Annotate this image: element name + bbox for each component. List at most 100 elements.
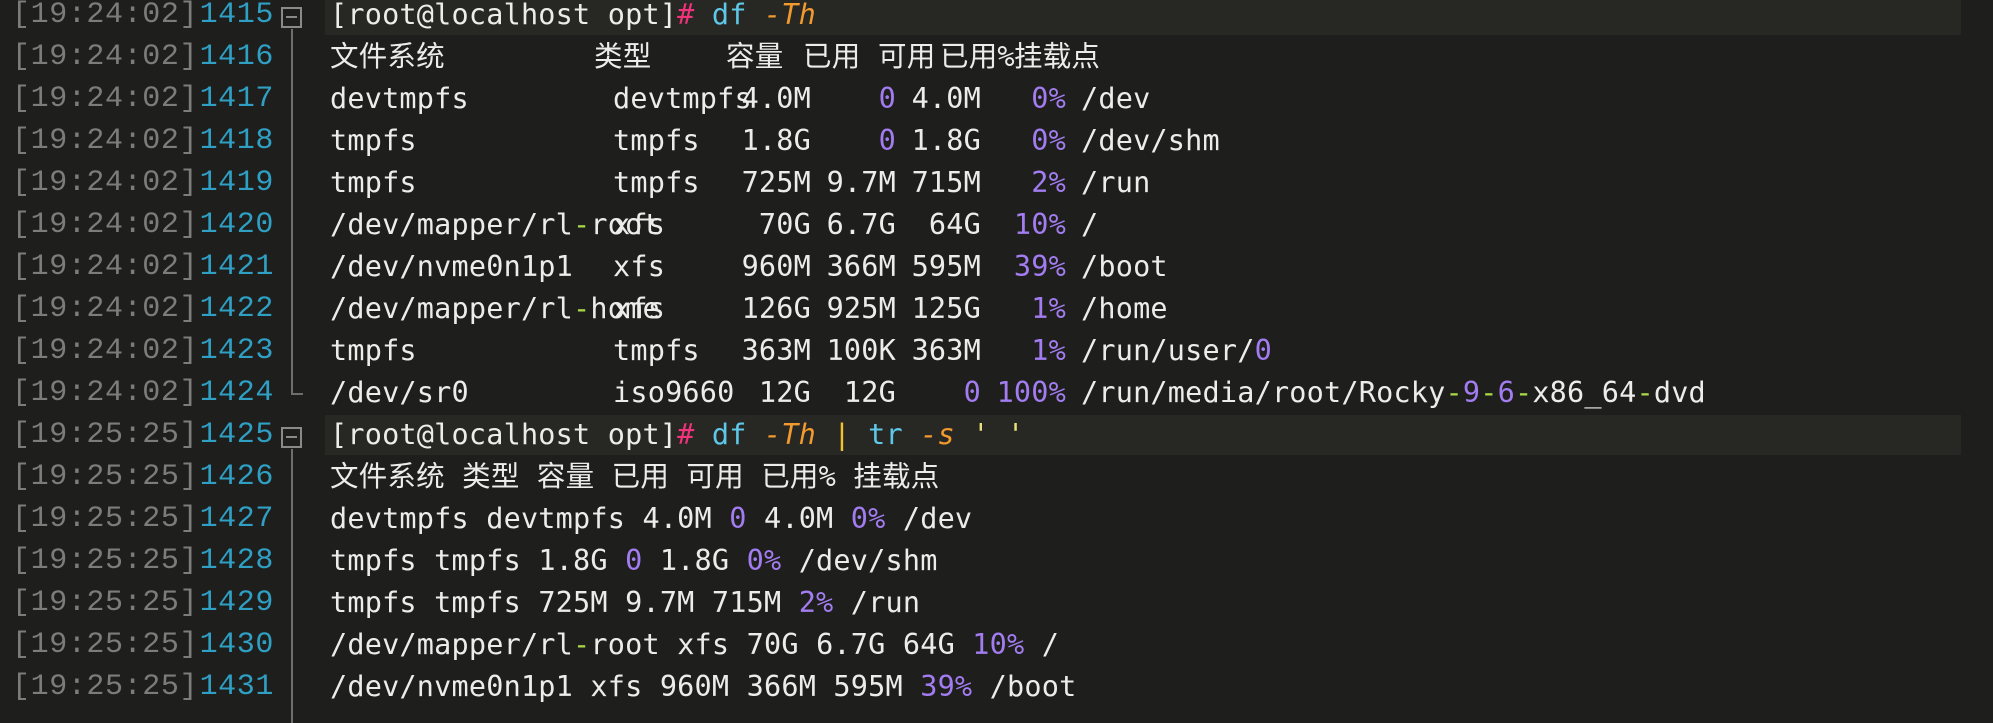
mount-point: /run — [1081, 166, 1150, 199]
output-line: [19:25:25] 1431/dev/nvme0n1p1 xfs 960M 36… — [0, 666, 1993, 708]
path-segment: /home — [1081, 292, 1168, 325]
line-timestamp: [19:24:02] — [12, 0, 198, 36]
timestamp-close-bracket: ] — [179, 544, 199, 578]
line-timestamp: [19:24:02] — [12, 372, 198, 414]
mount-cell: /run/user/0 — [1081, 330, 1272, 372]
line-timestamp: [19:25:25] — [12, 624, 198, 666]
command-flag: -Th — [763, 418, 817, 451]
line-number: 1417 — [199, 82, 274, 116]
used-cell: 6.7G — [816, 628, 886, 661]
size-cell: 4.0M — [642, 502, 712, 535]
fstype-cell: tmpfs — [434, 586, 521, 619]
timestamp-open-bracket: [ — [12, 544, 31, 578]
timestamp-close-bracket: ] — [179, 82, 199, 116]
table-header-cell: 容量 — [726, 40, 784, 73]
fold-collapse-icon[interactable] — [281, 427, 302, 448]
filesystem-name: devtmpfs — [330, 502, 469, 535]
timestamp-close-bracket: ] — [179, 418, 199, 452]
timestamp-open-bracket: [ — [12, 376, 31, 410]
avail-cell: 64G — [902, 628, 955, 661]
mount-cell: / — [1081, 204, 1098, 246]
path-segment: /dev/mapper/rl — [330, 628, 574, 661]
output-line: [19:25:25] 1429 tmpfs tmpfs 725M 9.7M 715M… — [0, 582, 1993, 624]
line-number: 1415 — [199, 0, 274, 32]
timestamp-value: 19:24:02 — [30, 208, 180, 242]
line-content: /dev/nvme0n1p1 xfs 960M 366M 595M 39%/boot — [330, 246, 1950, 288]
output-line: [19:25:25] 1428 tmpfs tmpfs 1.8G 0 1.8G 0%… — [0, 540, 1993, 582]
timestamp-value: 19:25:25 — [30, 460, 180, 494]
timestamp-value: 19:24:02 — [30, 292, 180, 326]
fold-collapse-icon[interactable] — [281, 7, 302, 28]
timestamp-open-bracket: [ — [12, 166, 31, 200]
line-content: tmpfs tmpfs 1.8G 0 1.8G 0%/dev/shm — [330, 120, 1950, 162]
path-dash: - — [573, 628, 591, 661]
timestamp-close-bracket: ] — [179, 208, 199, 242]
timestamp-close-bracket: ] — [179, 628, 199, 662]
mount-cell: /home — [1081, 288, 1168, 330]
line-timestamp: [19:25:25] — [12, 582, 198, 624]
line-content: tmpfs tmpfs 1.8G 0 1.8G 0% /dev/shm — [330, 540, 938, 582]
use-percent-cell: 10% — [972, 628, 1025, 661]
line-timestamp: [19:24:02] — [12, 120, 198, 162]
path-segment: devtmpfs — [330, 502, 469, 535]
path-segment: dvd — [1653, 376, 1706, 409]
line-content: devtmpfs devtmpfs 4.0M 0 4.0M 0%/dev — [330, 78, 1950, 120]
fold-guide-line — [291, 29, 293, 394]
table-header-cell: 类型 — [594, 40, 652, 73]
path-dash: - — [1636, 376, 1654, 409]
line-number: 1426 — [199, 460, 274, 494]
filesystem-name: /dev/nvme0n1p1 — [330, 670, 573, 703]
path-segment: /run — [850, 586, 921, 619]
table-header-cell: 已用 — [803, 40, 861, 73]
line-timestamp: [19:24:02] — [12, 246, 198, 288]
timestamp-value: 19:24:02 — [30, 376, 180, 410]
mount-point: / — [1042, 628, 1059, 661]
output-line: [19:25:25] 1430/dev/mapper/rl-root xfs 70… — [0, 624, 1993, 666]
path-segment: /run — [1081, 166, 1151, 199]
table-header-cell: 挂载点 — [1014, 40, 1101, 73]
timestamp-value: 19:24:02 — [30, 0, 180, 32]
mount-point: / — [1081, 208, 1098, 241]
timestamp-close-bracket: ] — [179, 460, 199, 494]
timestamp-close-bracket: ] — [179, 0, 199, 32]
path-segment: /dev/nvme0n1p1 — [330, 670, 574, 703]
command-argument: ' ' — [972, 418, 1025, 451]
use-percent-cell: 39% — [1013, 250, 1066, 283]
timestamp-close-bracket: ] — [179, 124, 199, 158]
table-header-cell: 文件系统 — [330, 40, 445, 73]
avail-cell: 4.0M — [763, 502, 834, 535]
line-content: /dev/mapper/rl-root xfs 70G 6.7G 64G 10% / — [330, 204, 1950, 246]
line-content: tmpfs tmpfs 363M 100K 363M 1%/run/user/0 — [330, 330, 1950, 372]
fstype-cell: devtmpfs — [486, 502, 626, 535]
shell-prompt: [root@localhost opt] — [330, 418, 678, 451]
size-cell: 725M — [538, 586, 608, 619]
output-line: [19:24:02] 1421/dev/nvme0n1p1 xfs 960M 366M 5… — [0, 246, 1993, 288]
line-timestamp: [19:24:02] — [12, 204, 198, 246]
mount-cell: /run — [851, 586, 920, 619]
output-line: [19:24:02] 1416 文件系统 类型 容量 已用 可用 已用% 挂载点 — [0, 36, 1993, 78]
mount-point: /boot — [990, 670, 1077, 703]
line-content: /dev/sr0 iso9660 12G 12G 0 100%/run/media/roo… — [330, 372, 1950, 414]
fold-guide-end — [291, 393, 303, 395]
path-segment: /dev — [1081, 82, 1151, 115]
used-cell: 366M — [746, 670, 817, 703]
timestamp-close-bracket: ] — [179, 586, 199, 620]
timestamp-open-bracket: [ — [12, 124, 31, 158]
line-number: 1425 — [199, 418, 274, 452]
line-content: tmpfs tmpfs 725M 9.7M 715M 2%/run — [330, 162, 1950, 204]
fold-guide-line — [291, 449, 293, 723]
size-cell: 70G — [746, 628, 799, 661]
timestamp-close-bracket: ] — [179, 292, 199, 326]
line-timestamp: [19:25:25] — [12, 540, 198, 582]
line-timestamp: [19:25:25] — [12, 456, 198, 498]
mount-point: /run/user/0 — [1081, 334, 1272, 367]
path-segment: /dev — [902, 502, 973, 535]
avail-cell: 1.8G — [659, 544, 730, 577]
terminal-window[interactable]: [19:24:02] 1415 [root@localhost opt]# df -… — [0, 0, 1993, 723]
line-timestamp: [19:25:25] — [12, 666, 198, 708]
table-header-cell: 已用% — [940, 40, 1015, 73]
path-segment: /run/media/root/Rocky — [1081, 376, 1446, 409]
mount-cell: /boot — [1081, 246, 1168, 288]
mount-cell: /boot — [990, 670, 1077, 703]
command-name: df — [711, 418, 747, 451]
